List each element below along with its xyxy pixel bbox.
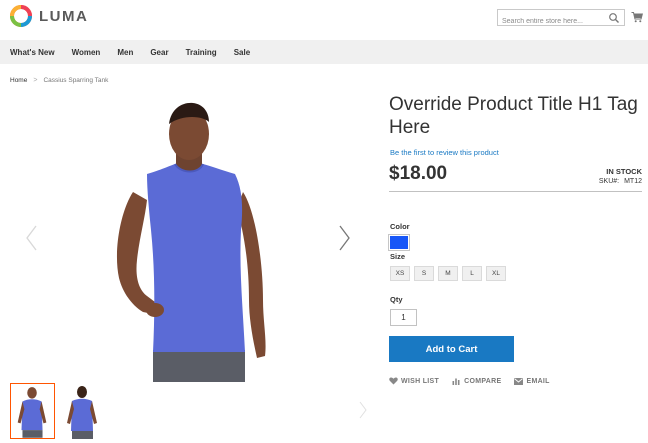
main-nav: What's New Women Men Gear Training Sale xyxy=(0,40,648,64)
cart-icon[interactable] xyxy=(631,11,643,23)
search-input[interactable] xyxy=(498,14,606,29)
email-label: EMAIL xyxy=(526,377,550,385)
size-option-m[interactable]: M xyxy=(438,266,458,281)
header: LUMA xyxy=(0,0,648,40)
breadcrumb-separator: > xyxy=(33,77,38,84)
sku-value: MT12 xyxy=(624,178,642,185)
email-icon xyxy=(514,377,524,385)
search-icon[interactable] xyxy=(608,12,620,24)
search-box xyxy=(497,9,625,29)
size-option-xl[interactable]: XL xyxy=(486,266,506,281)
size-options: XS S M L XL xyxy=(390,266,510,281)
add-to-cart-button[interactable]: Add to Cart xyxy=(389,336,514,362)
qty-label: Qty xyxy=(390,295,403,304)
qty-input[interactable] xyxy=(390,309,417,326)
nav-item-whats-new[interactable]: What's New xyxy=(10,48,55,57)
gallery-prev-arrow-icon[interactable] xyxy=(24,224,40,252)
nav-item-men[interactable]: Men xyxy=(117,48,133,57)
sku: SKU#: MT12 xyxy=(599,178,642,185)
product-main-image xyxy=(116,102,266,382)
size-option-xs[interactable]: XS xyxy=(390,266,410,281)
gallery-next-arrow-icon[interactable] xyxy=(336,224,352,252)
wishlist-link[interactable]: WISH LIST xyxy=(389,377,439,385)
product-price: $18.00 xyxy=(389,163,448,184)
color-label: Color xyxy=(390,222,410,231)
breadcrumb-current: Cassius Sparring Tank xyxy=(43,77,109,84)
wishlist-label: WISH LIST xyxy=(401,377,440,385)
breadcrumb: Home > Cassius Sparring Tank xyxy=(10,77,108,84)
heart-icon xyxy=(389,377,398,385)
nav-item-training[interactable]: Training xyxy=(186,48,217,57)
color-swatch-blue[interactable] xyxy=(388,234,410,251)
size-option-l[interactable]: L xyxy=(462,266,482,281)
size-option-s[interactable]: S xyxy=(414,266,434,281)
luma-logo-icon xyxy=(10,5,32,27)
thumbnail-back[interactable] xyxy=(60,383,105,439)
logo[interactable]: LUMA xyxy=(10,5,88,27)
nav-item-sale[interactable]: Sale xyxy=(234,48,250,57)
compare-icon xyxy=(452,378,460,385)
thumbnail-next-arrow-icon[interactable] xyxy=(358,400,368,420)
divider xyxy=(389,191,642,192)
product-title: Override Product Title H1 Tag Here xyxy=(389,94,638,138)
thumbnail-front[interactable] xyxy=(10,383,55,439)
nav-item-women[interactable]: Women xyxy=(72,48,101,57)
brand-name: LUMA xyxy=(39,7,89,25)
nav-item-gear[interactable]: Gear xyxy=(150,48,168,57)
breadcrumb-home[interactable]: Home xyxy=(10,77,27,84)
size-label: Size xyxy=(390,252,406,261)
stock-status: IN STOCK xyxy=(606,167,642,176)
sku-label: SKU#: xyxy=(598,178,620,185)
review-link[interactable]: Be the first to review this product xyxy=(390,148,499,157)
email-link[interactable]: EMAIL xyxy=(514,377,550,385)
product-actions: WISH LIST COMPARE EMAIL xyxy=(389,377,563,385)
compare-link[interactable]: COMPARE xyxy=(452,377,501,385)
compare-label: COMPARE xyxy=(464,377,502,385)
